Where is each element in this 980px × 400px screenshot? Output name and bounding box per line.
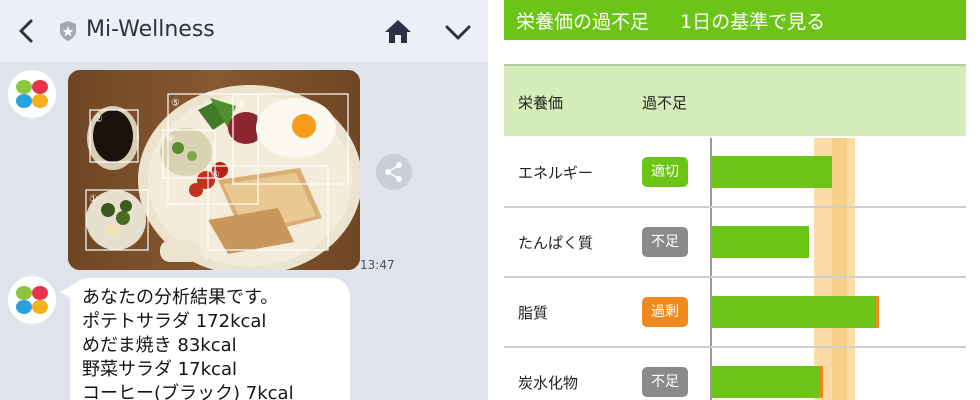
nutrient-row: エネルギー 適切 [504,138,966,208]
nutrition-panel: 栄養価の過不足 1日の基準で見る 栄養価 過不足 エネルギー 適切 たんぱく質 不足脂… [490,0,980,400]
panel-title: 栄養価の過不足 [516,11,650,33]
clover-logo-icon[interactable] [8,276,56,324]
table-header: 栄養価 過不足 [504,64,966,136]
clover-logo-icon[interactable] [8,70,56,118]
status-badge: 適切 [642,157,688,187]
box-label: ② [94,114,103,125]
nutrient-bar-track [710,138,966,206]
back-chevron-icon[interactable] [14,18,40,44]
nutrient-name: 炭水化物 [518,374,579,392]
home-icon[interactable] [384,18,412,44]
shield-icon [58,20,78,42]
message-line: 野菜サラダ 17kcal [82,359,237,380]
panel-header: 栄養価の過不足 1日の基準で見る [504,0,966,40]
nutrient-bar-track [710,278,966,346]
nutrient-value-bar [712,156,832,188]
chevron-down-icon[interactable] [444,22,472,42]
share-icon[interactable] [376,154,412,190]
message-line: めだま焼き 83kcal [82,335,237,356]
target-range-core [832,208,847,276]
nutrient-bar-track [710,208,966,276]
nutrient-value-bar [712,366,823,398]
bar-tip [876,296,879,328]
meal-photo[interactable]: ② ① ④ ⑤ ③ ⑥ [68,70,360,270]
nutrient-row: 脂質 過剰 [504,278,966,348]
message-line: ポテトサラダ 172kcal [82,311,267,332]
nutrient-value-bar [712,296,879,328]
status-badge: 過剰 [642,297,688,327]
analysis-message-bubble[interactable]: あなたの分析結果です。 ポテトサラダ 172kcal めだま焼き 83kcal … [70,278,350,400]
chat-screen: Mi-Wellness ② ① ④ ⑤ ③ ⑥ 13:47 あなたの分析結果です… [0,0,488,400]
box-label: ④ [166,134,175,145]
column-header-status: 過不足 [642,94,688,112]
nutrient-row: 炭水化物 不足 [504,348,966,400]
box-label: ⑥ [211,170,220,181]
chat-header: Mi-Wellness [0,0,488,62]
box-label: ⑤ [171,98,180,109]
message-line: コーヒー(ブラック) 7kcal [82,383,294,400]
nutrient-row: たんぱく質 不足 [504,208,966,278]
target-range-core [832,138,847,206]
message-timestamp: 13:47 [360,258,395,272]
panel-subtitle[interactable]: 1日の基準で見る [680,7,825,34]
message-line: あなたの分析結果です。 [82,287,279,308]
box-label: ① [89,194,98,205]
nutrient-name: たんぱく質 [518,234,594,252]
status-badge: 不足 [642,367,688,397]
box-label: ③ [236,98,245,109]
nutrient-name: 脂質 [518,304,549,322]
nutrient-bar-track [710,348,966,400]
bar-tip [820,366,823,398]
chat-title: Mi-Wellness [86,17,215,42]
status-badge: 不足 [642,227,688,257]
nutrient-value-bar [712,226,809,258]
target-range-core [832,348,847,400]
nutrient-name: エネルギー [518,164,594,182]
column-header-nutrient: 栄養価 [518,94,564,112]
